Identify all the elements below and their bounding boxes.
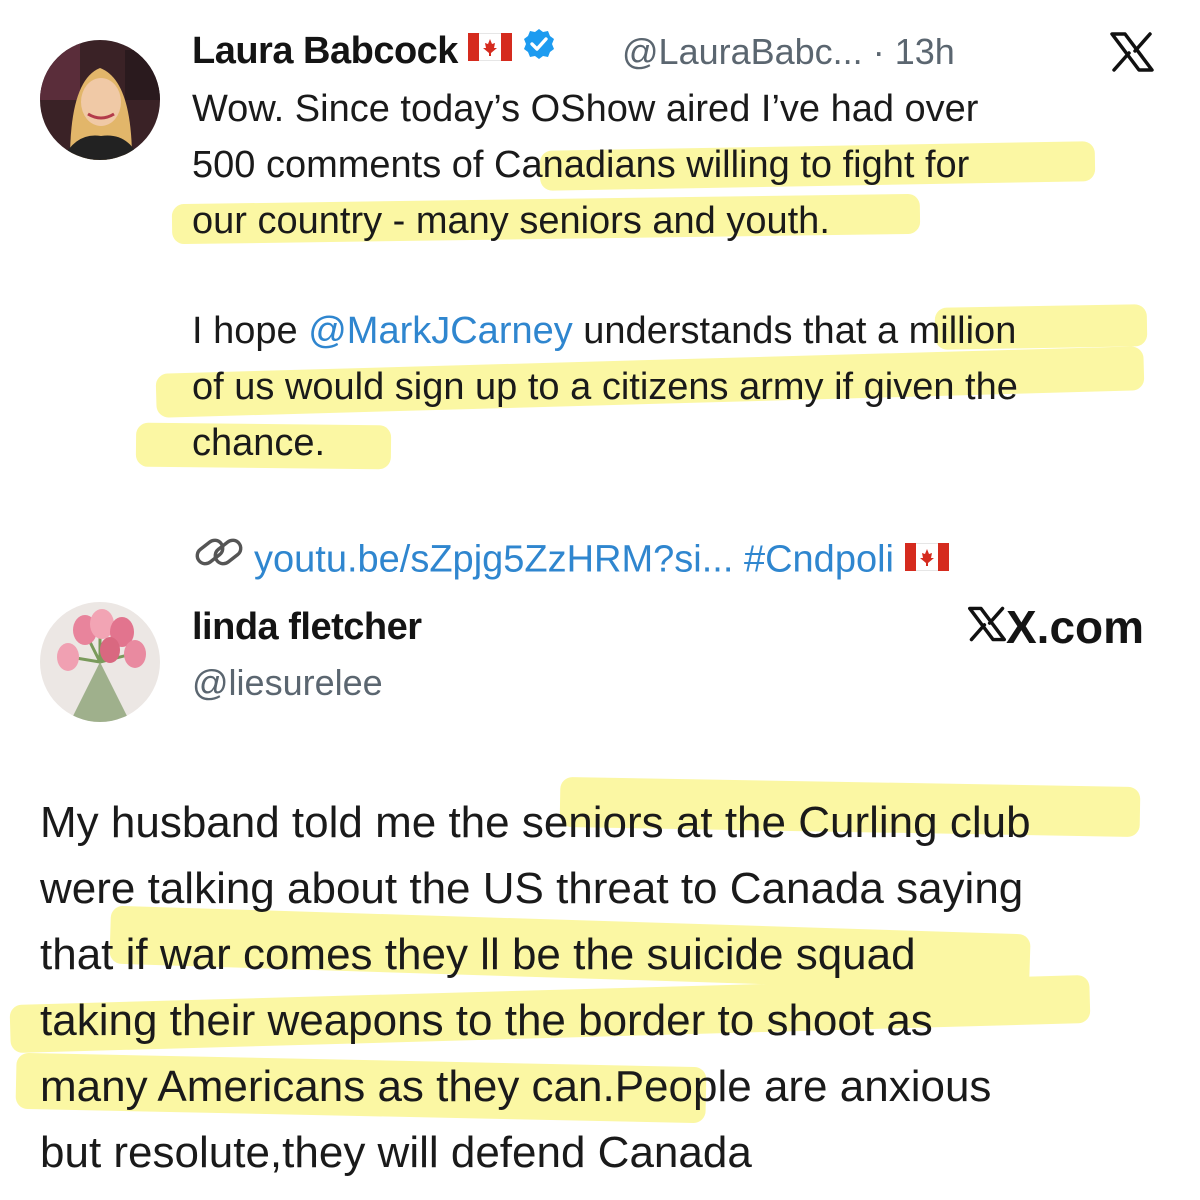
tweet-text-line: taking their weapons to the border to sh… xyxy=(40,996,933,1045)
x-logo-icon[interactable] xyxy=(1110,32,1154,77)
tweet-text-line: I hope @MarkJCarney understands that a m… xyxy=(192,308,1016,354)
avatar[interactable] xyxy=(40,40,160,160)
text-segment: understands that a million xyxy=(572,310,1017,352)
author-handle[interactable]: @liesurelee xyxy=(192,662,383,704)
canada-flag-icon xyxy=(904,536,950,582)
x-com-label: X.com xyxy=(968,600,1144,658)
avatar[interactable] xyxy=(40,602,160,722)
canada-flag-icon xyxy=(467,28,513,71)
author-name[interactable]: linda fletcher xyxy=(192,606,422,649)
author-name-text[interactable]: Laura Babcock xyxy=(192,30,458,72)
external-link[interactable]: youtu.be/sZpjg5ZzHRM?si... xyxy=(254,539,733,581)
author-handle[interactable]: @LauraBabc... xyxy=(622,31,863,72)
x-logo-icon xyxy=(968,600,1006,654)
tweet-text-line: chance. xyxy=(192,422,326,464)
post-time[interactable]: 13h xyxy=(895,31,955,72)
author-name[interactable]: Laura Babcock xyxy=(192,27,556,75)
tweet-text-line: Wow. Since today’s OShow aired I’ve had … xyxy=(192,88,979,130)
tweet-text-line: 500 comments of Canadians willing to fig… xyxy=(192,144,970,186)
tweet-meta: @LauraBabc... · 13h xyxy=(622,31,955,73)
tweet-text-line: that if war comes they ll be the suicide… xyxy=(40,930,916,979)
tweet-text-line: were talking about the US threat to Cana… xyxy=(40,864,1024,913)
tweet-text-line: but resolute,they will defend Canada xyxy=(40,1128,752,1177)
hashtag-link[interactable]: #Cndpoli xyxy=(744,539,894,581)
tweet-text-line: of us would sign up to a citizens army i… xyxy=(192,366,1018,408)
platform-label: X.com xyxy=(1006,601,1145,653)
link-chain-icon xyxy=(192,530,248,585)
verified-badge-icon xyxy=(522,27,556,71)
mention-link[interactable]: @MarkJCarney xyxy=(308,310,573,352)
tweet-text-line: My husband told me the seniors at the Cu… xyxy=(40,798,1031,847)
tweet-text-line: our country - many seniors and youth. xyxy=(192,200,830,242)
text-segment: I hope xyxy=(192,310,309,352)
link-line: youtu.be/sZpjg5ZzHRM?si... #Cndpoli xyxy=(192,534,950,589)
meta-separator: · xyxy=(872,31,885,72)
tweet-text-line: many Americans as they can.People are an… xyxy=(40,1062,992,1111)
